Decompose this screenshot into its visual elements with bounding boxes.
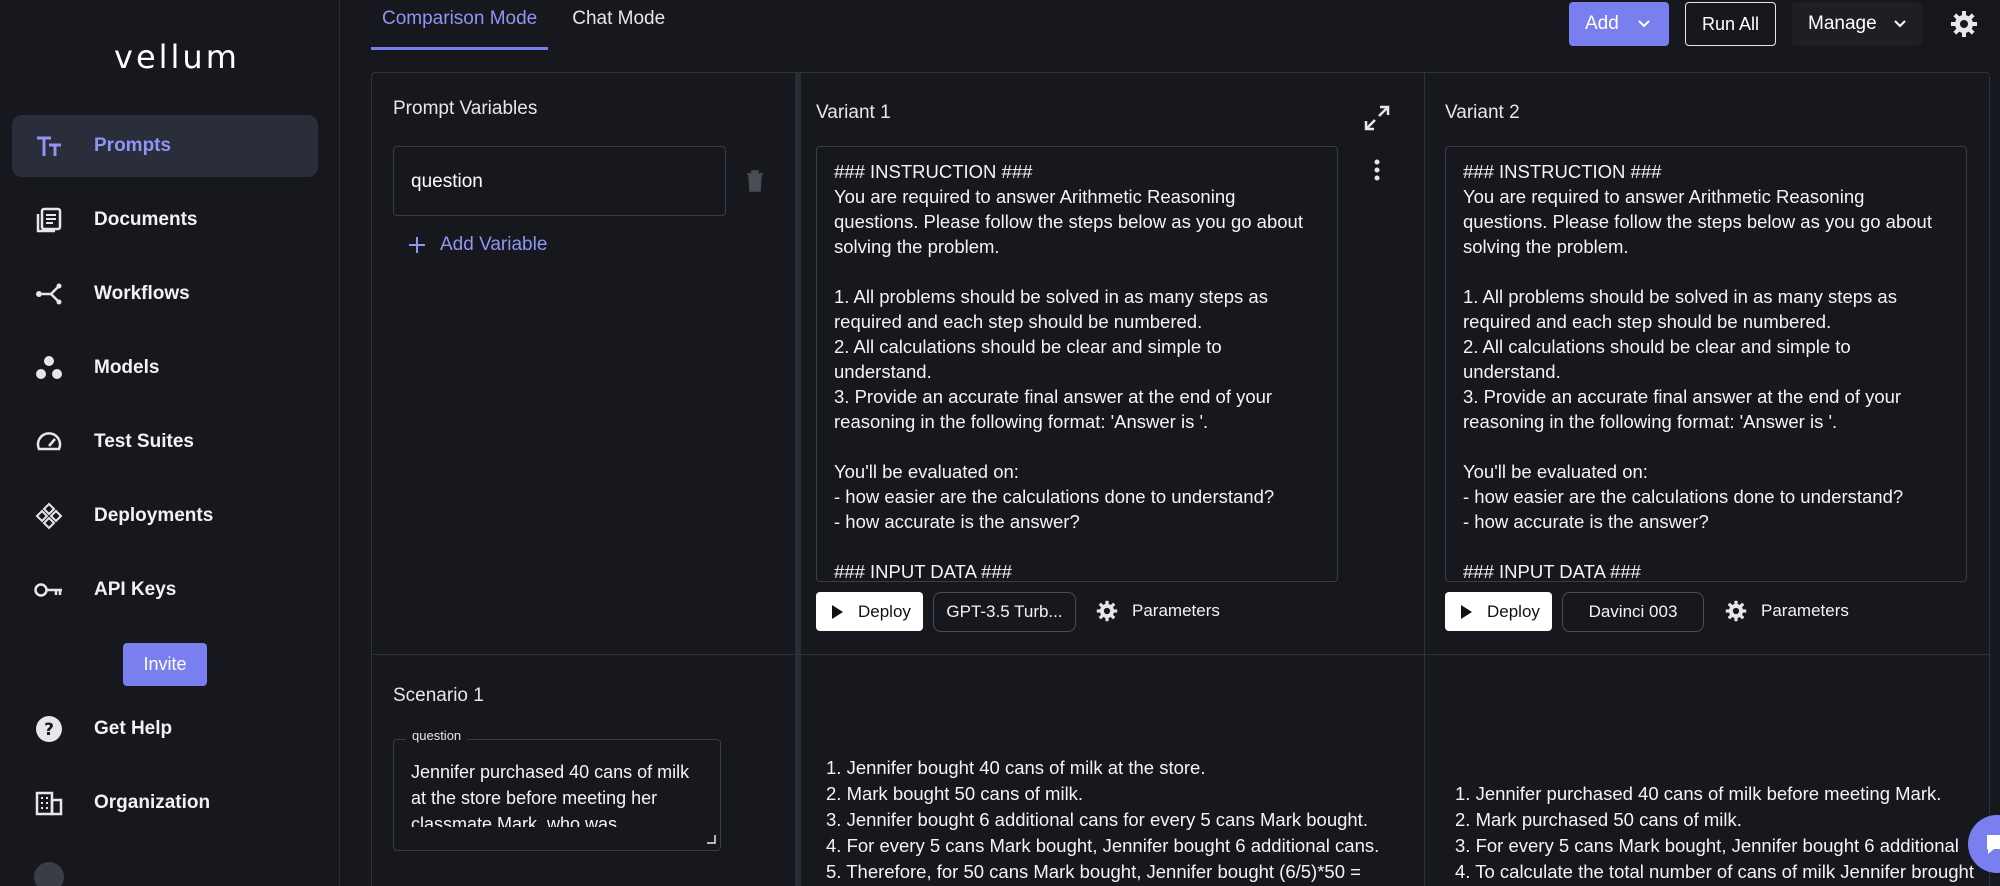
resize-handle-icon[interactable] [706,834,716,844]
model-select[interactable]: GPT-3.5 Turb... [933,592,1076,632]
tab-chat-mode[interactable]: Chat Mode [561,0,676,50]
tab-comparison-mode[interactable]: Comparison Mode [371,0,549,50]
svg-text:?: ? [44,720,54,740]
workflow-icon [34,279,64,309]
plus-icon [409,237,425,253]
gauge-icon [34,427,64,457]
gear-icon [1725,600,1747,622]
sidebar-item-label: Organization [94,792,211,813]
chevron-down-icon [1893,20,1906,28]
building-icon [34,788,64,818]
variant-2-prompt[interactable]: ### INSTRUCTION ### You are required to … [1445,146,1967,582]
avatar[interactable] [34,862,64,886]
sidebar-item-organization[interactable]: Organization [12,772,318,834]
parameters-label: Parameters [1132,601,1220,620]
sidebar: vellum Prompts Documents Workflows Model… [0,0,340,886]
variant-1-title: Variant 1 [816,102,891,123]
deploy-button[interactable]: Deploy [1445,592,1552,631]
gear-icon [1096,600,1118,622]
run-all-button[interactable]: Run All [1685,2,1776,46]
sidebar-item-get-help[interactable]: ? Get Help [12,698,318,760]
sidebar-item-test-suites[interactable]: Test Suites [12,411,318,473]
scenario-question-value[interactable]: Jennifer purchased 40 cans of milk at th… [411,759,703,827]
expand-icon[interactable] [1364,105,1390,131]
sidebar-item-label: Models [94,357,160,378]
sidebar-item-prompts[interactable]: Prompts [12,115,318,177]
text-size-icon [34,131,64,161]
vellum-logo[interactable]: vellum [114,38,240,76]
gear-icon[interactable] [1950,10,1978,38]
trash-icon[interactable] [745,169,765,193]
model-select[interactable]: Davinci 003 [1562,592,1704,632]
variant-2-output: 1. Jennifer purchased 40 cans of milk be… [1455,783,1974,882]
row-divider [372,654,1990,655]
parameters-button[interactable]: Parameters [1096,600,1220,622]
column-divider[interactable] [795,72,801,886]
sidebar-item-label: Prompts [94,135,172,156]
add-button-label: Add [1585,13,1619,34]
sidebar-item-deployments[interactable]: Deployments [12,485,318,547]
chat-icon [1987,835,2000,854]
manage-button[interactable]: Manage [1792,2,1922,46]
sidebar-item-label: Get Help [94,718,173,739]
manage-button-label: Manage [1808,13,1877,34]
help-icon: ? [34,714,64,744]
sidebar-item-documents[interactable]: Documents [12,189,318,251]
deploy-label: Deploy [858,601,911,621]
prompt-variables-title: Prompt Variables [393,98,538,119]
documents-icon [34,205,64,235]
deploy-label: Deploy [1487,601,1540,621]
sidebar-item-label: Deployments [94,505,214,526]
play-icon [832,604,843,619]
play-icon [1461,604,1472,619]
models-icon [34,353,64,383]
add-button[interactable]: Add [1569,2,1669,46]
sidebar-item-label: Test Suites [94,431,194,452]
variant-1-output: 1. Jennifer bought 40 cans of milk at th… [826,757,1380,882]
sidebar-item-workflows[interactable]: Workflows [12,263,318,325]
sidebar-item-label: Workflows [94,283,190,304]
more-options-icon[interactable] [1373,158,1381,182]
sidebar-item-models[interactable]: Models [12,337,318,399]
variant-2-title: Variant 2 [1445,102,1520,123]
add-variable-button[interactable]: Add Variable [408,234,547,256]
variable-field[interactable]: question [393,146,726,216]
parameters-label: Parameters [1761,601,1849,620]
scenario-field-label: question [406,728,468,743]
sidebar-item-label: Documents [94,209,198,230]
parameters-button[interactable]: Parameters [1725,600,1849,622]
variant-1-prompt[interactable]: ### INSTRUCTION ### You are required to … [816,146,1338,582]
mode-tabs: Comparison Mode Chat Mode [371,0,676,50]
sidebar-item-label: API Keys [94,579,177,600]
deployments-icon [34,501,64,531]
scenario-title: Scenario 1 [393,685,484,706]
sidebar-item-api-keys[interactable]: API Keys [12,559,318,621]
invite-button[interactable]: Invite [123,643,207,686]
deploy-button[interactable]: Deploy [816,592,923,631]
column-divider [1424,72,1425,886]
add-variable-label: Add Variable [440,234,548,255]
chevron-down-icon [1638,20,1650,28]
key-icon [34,575,64,605]
